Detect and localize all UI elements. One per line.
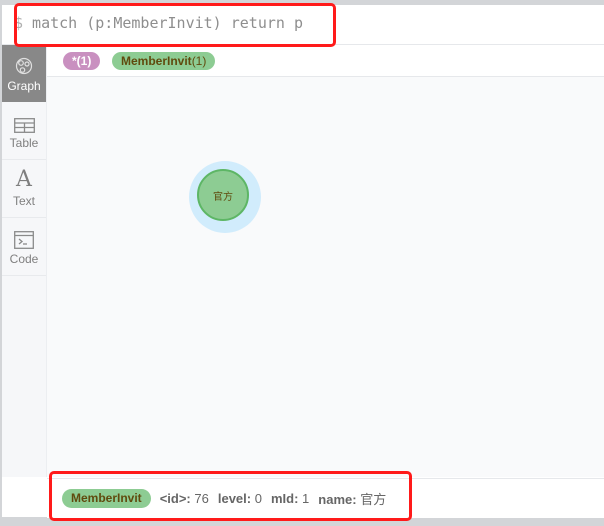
prompt-symbol: $: [14, 14, 24, 32]
sidebar-item-table[interactable]: Table: [2, 102, 46, 160]
text-icon: A: [16, 167, 32, 192]
label-pill-name: MemberInvit: [121, 54, 192, 68]
graph-node[interactable]: 官方: [197, 169, 249, 221]
node-caption: 官方: [213, 191, 233, 203]
property-name: name: 官方: [318, 489, 386, 508]
property-mid: mId: 1: [271, 491, 309, 506]
node-label-pill[interactable]: MemberInvit: [62, 489, 151, 508]
result-frame: $ match (p:MemberInvit) return p Graph T…: [2, 5, 604, 518]
property-value: 1: [302, 491, 310, 506]
sidebar-item-label: Text: [12, 194, 35, 208]
sidebar-item-graph[interactable]: Graph: [2, 45, 46, 102]
property-level: level: 0: [218, 491, 262, 506]
node-properties-bar: MemberInvit <id>: 76 level: 0 mId: 1 nam…: [47, 478, 604, 518]
query-text[interactable]: $ match (p:MemberInvit) return p: [14, 14, 303, 32]
graph-icon: [14, 54, 34, 76]
sidebar-item-text[interactable]: A Text: [2, 160, 46, 218]
sidebar-item-code[interactable]: Code: [2, 218, 46, 276]
property-key: name:: [318, 492, 357, 507]
property-key: mId:: [270, 491, 299, 506]
label-pill-count: (1): [191, 54, 207, 68]
property-value: 官方: [360, 492, 387, 507]
table-icon: [13, 111, 35, 133]
sidebar-item-label: Code: [9, 252, 39, 266]
property-id: <id>: 76: [160, 491, 209, 506]
query-editor[interactable]: $ match (p:MemberInvit) return p: [2, 5, 604, 45]
graph-canvas[interactable]: 官方: [47, 77, 604, 477]
all-nodes-pill[interactable]: *(1): [63, 52, 101, 70]
property-key: level:: [217, 491, 252, 506]
label-pill-memberinvit[interactable]: MemberInvit(1): [112, 52, 216, 70]
sidebar-item-label: Table: [9, 136, 39, 150]
view-sidebar: Graph Table A Text Code: [2, 45, 47, 477]
sidebar-item-label: Graph: [7, 79, 41, 93]
property-value: 76: [194, 491, 209, 506]
property-value: 0: [254, 491, 262, 506]
all-pill-count: (1): [76, 54, 92, 68]
label-tag-bar: *(1) MemberInvit(1): [47, 45, 604, 77]
property-key: <id>:: [159, 491, 191, 506]
code-icon: [14, 227, 34, 249]
query-string: match (p:MemberInvit) return p: [23, 14, 303, 32]
